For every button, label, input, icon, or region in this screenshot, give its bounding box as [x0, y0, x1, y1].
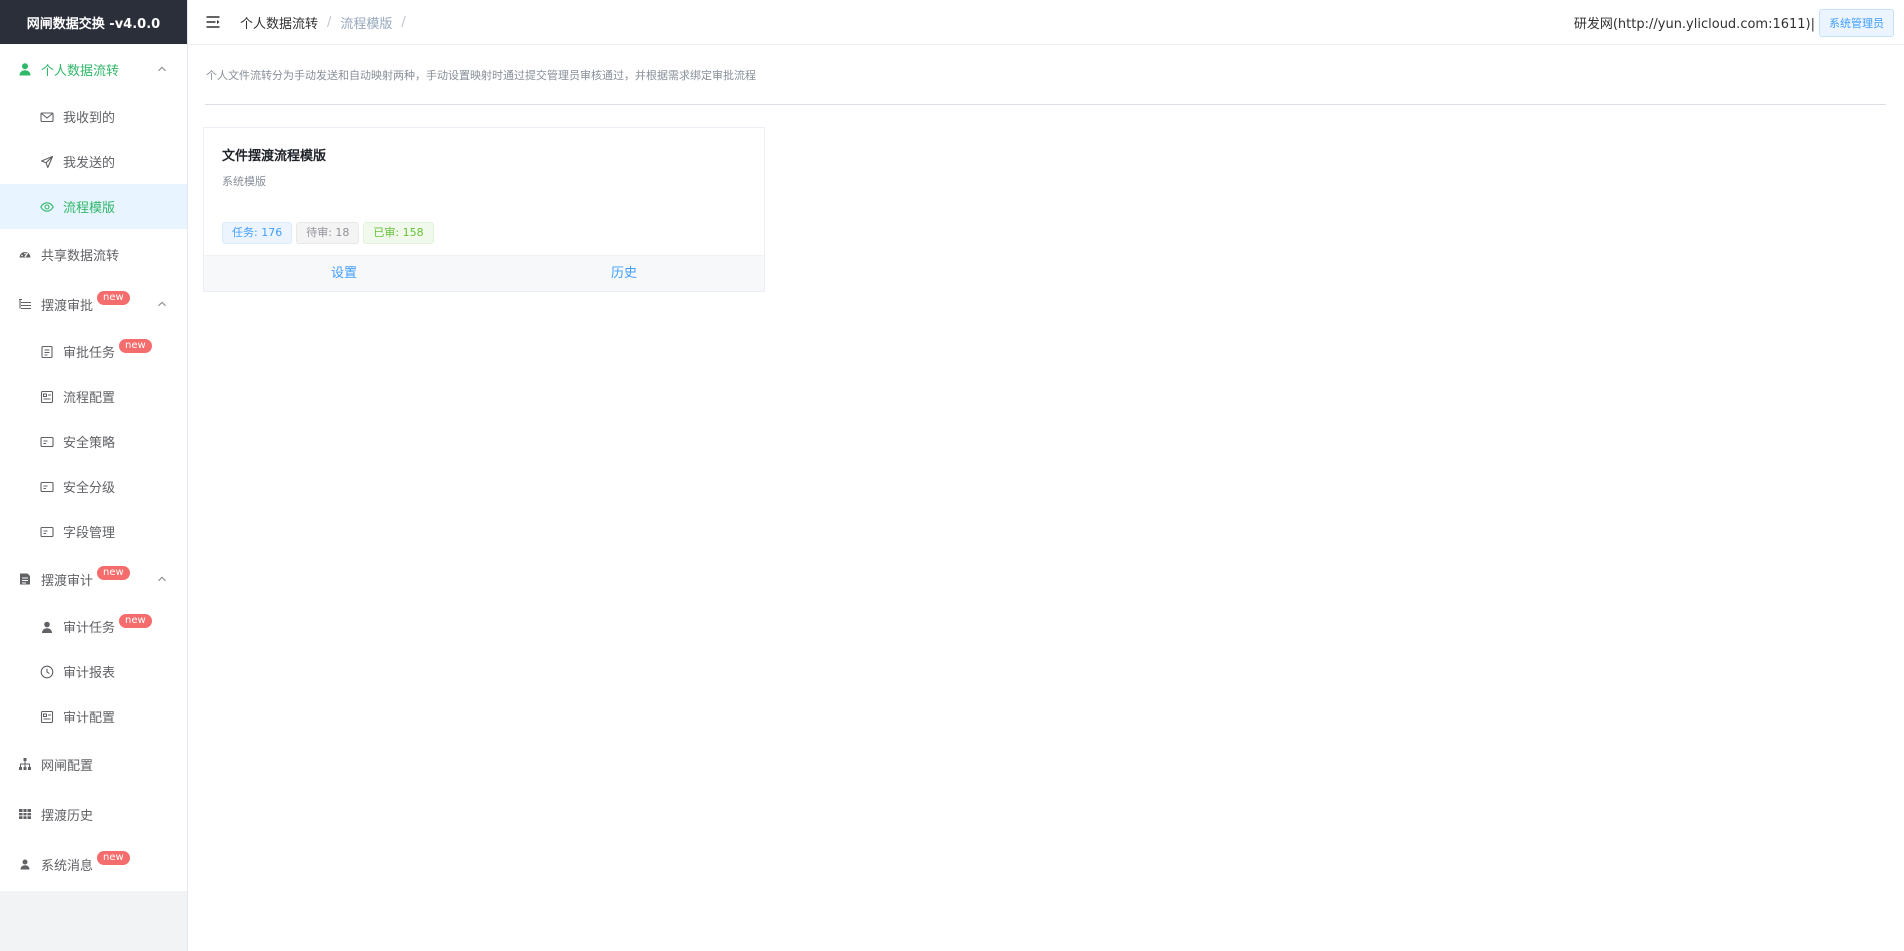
document-icon: [40, 345, 54, 359]
sidebar-item-label: 字段管理: [63, 526, 116, 541]
server-info: 研发网(http://yun.ylicloud.com:1611)|: [1573, 17, 1815, 32]
settings-button[interactable]: 设置: [204, 256, 484, 291]
approved-count-tag: 已审: 158: [363, 222, 434, 244]
sidebar-item-label: 安全策略: [63, 436, 116, 451]
form-icon: [40, 390, 54, 404]
divider: [205, 104, 1886, 105]
sidebar-item-label: 网闸配置: [41, 758, 94, 774]
person-icon: [40, 620, 54, 634]
sidebar: 网闸数据交换 -v4.0.0 个人数据流转 我收到的 我发送的 流程模版 共享数…: [0, 0, 188, 951]
sidebar-item-label: 我收到的: [63, 111, 116, 126]
sidebar-item-security-level[interactable]: 安全分级: [0, 464, 187, 509]
breadcrumb-separator: /: [327, 14, 332, 30]
tasks-count-tag: 任务: 176: [222, 222, 293, 244]
new-badge: new: [119, 613, 152, 628]
sidebar-item-label: 摆渡历史: [41, 808, 94, 824]
top-header: 个人数据流转 / 流程模版 / 研发网(http://yun.ylicloud.…: [188, 0, 1904, 45]
person-icon: [18, 857, 32, 871]
sidebar-item-label: 审计报表: [63, 666, 116, 681]
sidebar-item-sent[interactable]: 我发送的: [0, 139, 187, 184]
user-role-button[interactable]: 系统管理员: [1819, 8, 1894, 37]
sidebar-item-label: 共享数据流转: [41, 248, 120, 264]
card-icon: [40, 525, 54, 539]
sidebar-item-security-policy[interactable]: 安全策略: [0, 419, 187, 464]
chevron-up-icon: [157, 64, 167, 74]
sidebar-item-label: 安全分级: [63, 481, 116, 496]
dashboard-icon: [18, 247, 32, 261]
chevron-up-icon: [157, 574, 167, 584]
sidebar-item-personal-data[interactable]: 个人数据流转: [0, 44, 187, 94]
history-button[interactable]: 历史: [484, 256, 764, 291]
breadcrumb-item-personal-data[interactable]: 个人数据流转: [240, 13, 318, 32]
sidebar-item-flow-templates[interactable]: 流程模版: [0, 184, 187, 229]
header-right: 研发网(http://yun.ylicloud.com:1611)| 系统管理员: [1574, 0, 1894, 45]
breadcrumb-item-flow-templates: 流程模版: [340, 16, 393, 32]
card-icon: [40, 480, 54, 494]
sidebar-item-label: 审计配置: [63, 711, 116, 726]
sidebar-item-approval-tasks[interactable]: 审批任务 new: [0, 329, 187, 374]
card-actions: 设置 历史: [204, 255, 764, 291]
menu-toggle-icon[interactable]: [205, 14, 221, 30]
card-title: 文件摆渡流程模版: [222, 149, 327, 164]
send-icon: [40, 155, 54, 169]
new-badge: new: [119, 338, 152, 353]
sidebar-menu: 个人数据流转 我收到的 我发送的 流程模版 共享数据流转 摆渡审批 new 审批…: [0, 44, 187, 891]
sidebar-item-audit-reports[interactable]: 审计报表: [0, 649, 187, 694]
breadcrumb: 个人数据流转 / 流程模版 /: [240, 13, 415, 32]
app-root: 网闸数据交换 -v4.0.0 个人数据流转 我收到的 我发送的 流程模版 共享数…: [0, 0, 1904, 951]
sidebar-item-audit[interactable]: 摆渡审计 new: [0, 554, 187, 604]
sidebar-item-label: 摆渡审批: [41, 298, 94, 314]
main-content: 个人文件流转分为手动发送和自动映射两种，手动设置映射时通过提交管理员审核通过，并…: [188, 45, 1904, 951]
card-stats: 任务: 176 待审: 18 已审: 158: [222, 222, 438, 244]
sidebar-item-received[interactable]: 我收到的: [0, 94, 187, 139]
sidebar-item-field-management[interactable]: 字段管理: [0, 509, 187, 554]
sidebar-item-gateway-config[interactable]: 网闸配置: [0, 739, 187, 789]
tree-list-icon: [18, 297, 32, 311]
chevron-up-icon: [157, 299, 167, 309]
card-icon: [40, 435, 54, 449]
sidebar-item-audit-config[interactable]: 审计配置: [0, 694, 187, 739]
breadcrumb-separator: /: [401, 14, 406, 30]
sidebar-item-label: 系统消息: [41, 858, 94, 874]
new-badge: new: [97, 566, 130, 580]
card-subtitle: 系统模版: [222, 175, 266, 188]
sidebar-item-flow-config[interactable]: 流程配置: [0, 374, 187, 419]
sidebar-item-ferry-history[interactable]: 摆渡历史: [0, 789, 187, 839]
pending-count-tag: 待审: 18: [296, 222, 360, 244]
new-badge: new: [97, 851, 130, 865]
sidebar-item-label: 流程配置: [63, 391, 116, 406]
sidebar-item-label: 审批任务: [63, 346, 116, 361]
sidebar-item-label: 审计任务: [63, 621, 116, 636]
sidebar-item-label: 流程模版: [63, 201, 116, 216]
form-icon: [40, 710, 54, 724]
user-icon: [18, 62, 32, 76]
sidebar-item-audit-tasks[interactable]: 审计任务 new: [0, 604, 187, 649]
app-logo-title: 网闸数据交换 -v4.0.0: [0, 0, 187, 44]
eye-icon: [40, 200, 54, 214]
clock-icon: [40, 665, 54, 679]
org-chart-icon: [18, 757, 32, 771]
page-description: 个人文件流转分为手动发送和自动映射两种，手动设置映射时通过提交管理员审核通过，并…: [206, 69, 756, 82]
sidebar-item-label: 摆渡审计: [41, 573, 94, 589]
sidebar-item-label: 我发送的: [63, 156, 116, 171]
envelope-icon: [40, 110, 54, 124]
report-icon: [18, 572, 32, 586]
template-card: 文件摆渡流程模版 系统模版 任务: 176 待审: 18 已审: 158 设置 …: [203, 127, 765, 292]
sidebar-item-label: 个人数据流转: [41, 63, 120, 79]
new-badge: new: [97, 291, 130, 305]
sidebar-item-system-messages[interactable]: 系统消息 new: [0, 839, 187, 889]
sidebar-item-shared-data[interactable]: 共享数据流转: [0, 229, 187, 279]
sidebar-item-approval[interactable]: 摆渡审批 new: [0, 279, 187, 329]
table-icon: [18, 807, 32, 821]
